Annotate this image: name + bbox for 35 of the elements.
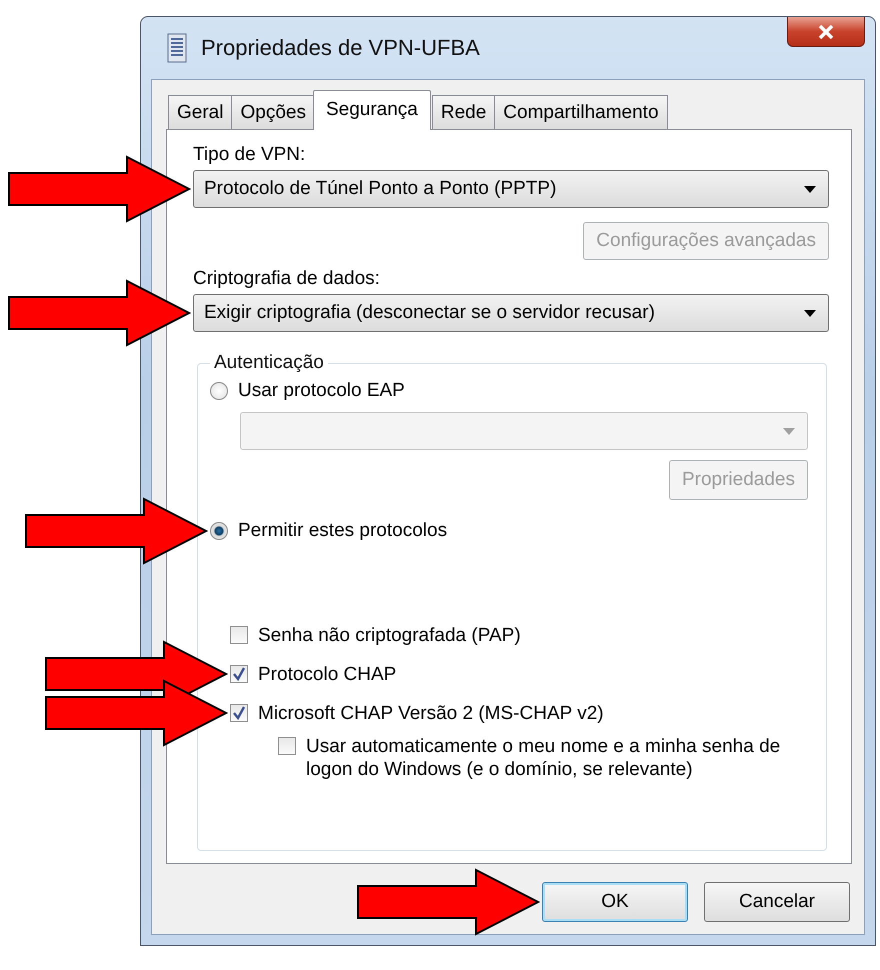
checkbox-option[interactable]: Senha não criptografada (PAP)	[230, 624, 808, 647]
caret-icon	[783, 428, 795, 434]
document-icon	[167, 33, 187, 63]
vpn-type-dropdown[interactable]: Protocolo de Túnel Ponto a Ponto (PPTP)	[193, 170, 829, 208]
checkmark-icon	[232, 667, 246, 681]
radio-button[interactable]	[210, 522, 228, 540]
field-label: Criptografia de dados:	[193, 268, 381, 290]
window-title: Propriedades de VPN-UFBA	[201, 35, 480, 61]
checkbox-label: Protocolo CHAP	[258, 663, 396, 686]
checkbox[interactable]	[230, 665, 248, 683]
tab[interactable]: Segurança	[312, 90, 431, 130]
checkbox-option[interactable]: Microsoft CHAP Versão 2 (MS-CHAP v2)	[230, 702, 808, 725]
tab[interactable]: Opções	[231, 95, 315, 129]
cancel-button[interactable]: Cancelar	[704, 882, 850, 922]
checkbox-label: Senha não criptografada (PAP)	[258, 624, 521, 647]
checkbox-option[interactable]: Protocolo CHAP	[230, 663, 808, 686]
close-icon	[818, 24, 834, 38]
group-title: Autenticação	[213, 352, 325, 374]
ok-button[interactable]: OK	[542, 882, 688, 922]
checkmark-icon	[232, 706, 246, 720]
close-button[interactable]	[787, 17, 865, 47]
tab[interactable]: Geral	[168, 95, 232, 129]
tab[interactable]: Compartilhamento	[494, 95, 668, 129]
checkbox[interactable]	[278, 737, 296, 755]
checkbox[interactable]	[230, 704, 248, 722]
checkbox-label: Microsoft CHAP Versão 2 (MS-CHAP v2)	[258, 702, 604, 725]
radio-button[interactable]	[210, 382, 228, 400]
encryption-dropdown[interactable]: Exigir criptografia (desconectar se o servidor recusar)	[193, 294, 829, 332]
caret-icon	[804, 310, 816, 316]
checkbox[interactable]	[230, 626, 248, 644]
field-label: Tipo de VPN:	[193, 144, 306, 166]
radio-option[interactable]: Usar protocolo EAP	[210, 380, 808, 402]
caret-icon	[804, 186, 816, 192]
tab[interactable]: Rede	[432, 95, 496, 129]
radio-option[interactable]: Permitir estes protocolos	[210, 520, 808, 542]
